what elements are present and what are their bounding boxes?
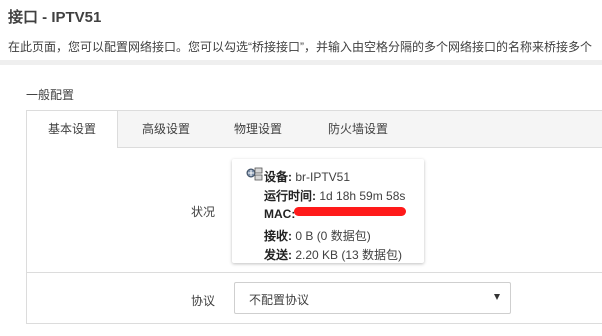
rx-line: 接收: 0 B (0 数据包) (264, 227, 371, 244)
mac-key: MAC: (264, 207, 296, 221)
rx-key: 接收: (264, 229, 292, 243)
mac-redaction-mark (294, 207, 406, 216)
uptime-key: 运行时间: (264, 189, 316, 203)
tx-line: 发送: 2.20 KB (13 数据包) (264, 246, 402, 263)
network-device-icon (246, 167, 264, 186)
section-title: 一般配置 (26, 88, 75, 102)
status-label: 状况 (190, 205, 215, 219)
tab-bar: 基本设置 高级设置 物理设置 防火墙设置 (27, 111, 602, 148)
protocol-label: 协议 (190, 294, 215, 308)
page-divider (0, 60, 602, 65)
chevron-down-icon (494, 294, 500, 300)
page-title: 接口 - IPTV51 (8, 9, 102, 26)
tx-value: 2.20 KB (13 数据包) (295, 248, 403, 262)
protocol-select[interactable]: 不配置协议 (234, 282, 511, 314)
uptime-line: 运行时间: 1d 18h 59m 58s (264, 187, 405, 204)
mac-line: MAC: (264, 207, 295, 221)
tab-advanced-settings[interactable]: 高级设置 (127, 111, 205, 147)
tx-key: 发送: (264, 248, 292, 262)
tab-basic-settings[interactable]: 基本设置 (27, 111, 118, 148)
device-line: 设备: br-IPTV51 (264, 168, 350, 185)
device-value: br-IPTV51 (295, 170, 351, 184)
device-key: 设备: (264, 170, 292, 184)
page-description: 在此页面，您可以配置网络接口。您可以勾选“桥接接口”，并输入由空格分隔的多个网络… (8, 40, 592, 54)
protocol-selected-value: 不配置协议 (249, 293, 310, 307)
rx-value: 0 B (0 数据包) (295, 229, 371, 243)
row-divider (27, 272, 602, 273)
uptime-value: 1d 18h 59m 58s (319, 189, 406, 203)
settings-panel: 基本设置 高级设置 物理设置 防火墙设置 状况 设备: br-IPTV51 运行… (26, 110, 602, 324)
tab-firewall-settings[interactable]: 防火墙设置 (313, 111, 403, 147)
tab-physical-settings[interactable]: 物理设置 (219, 111, 297, 147)
